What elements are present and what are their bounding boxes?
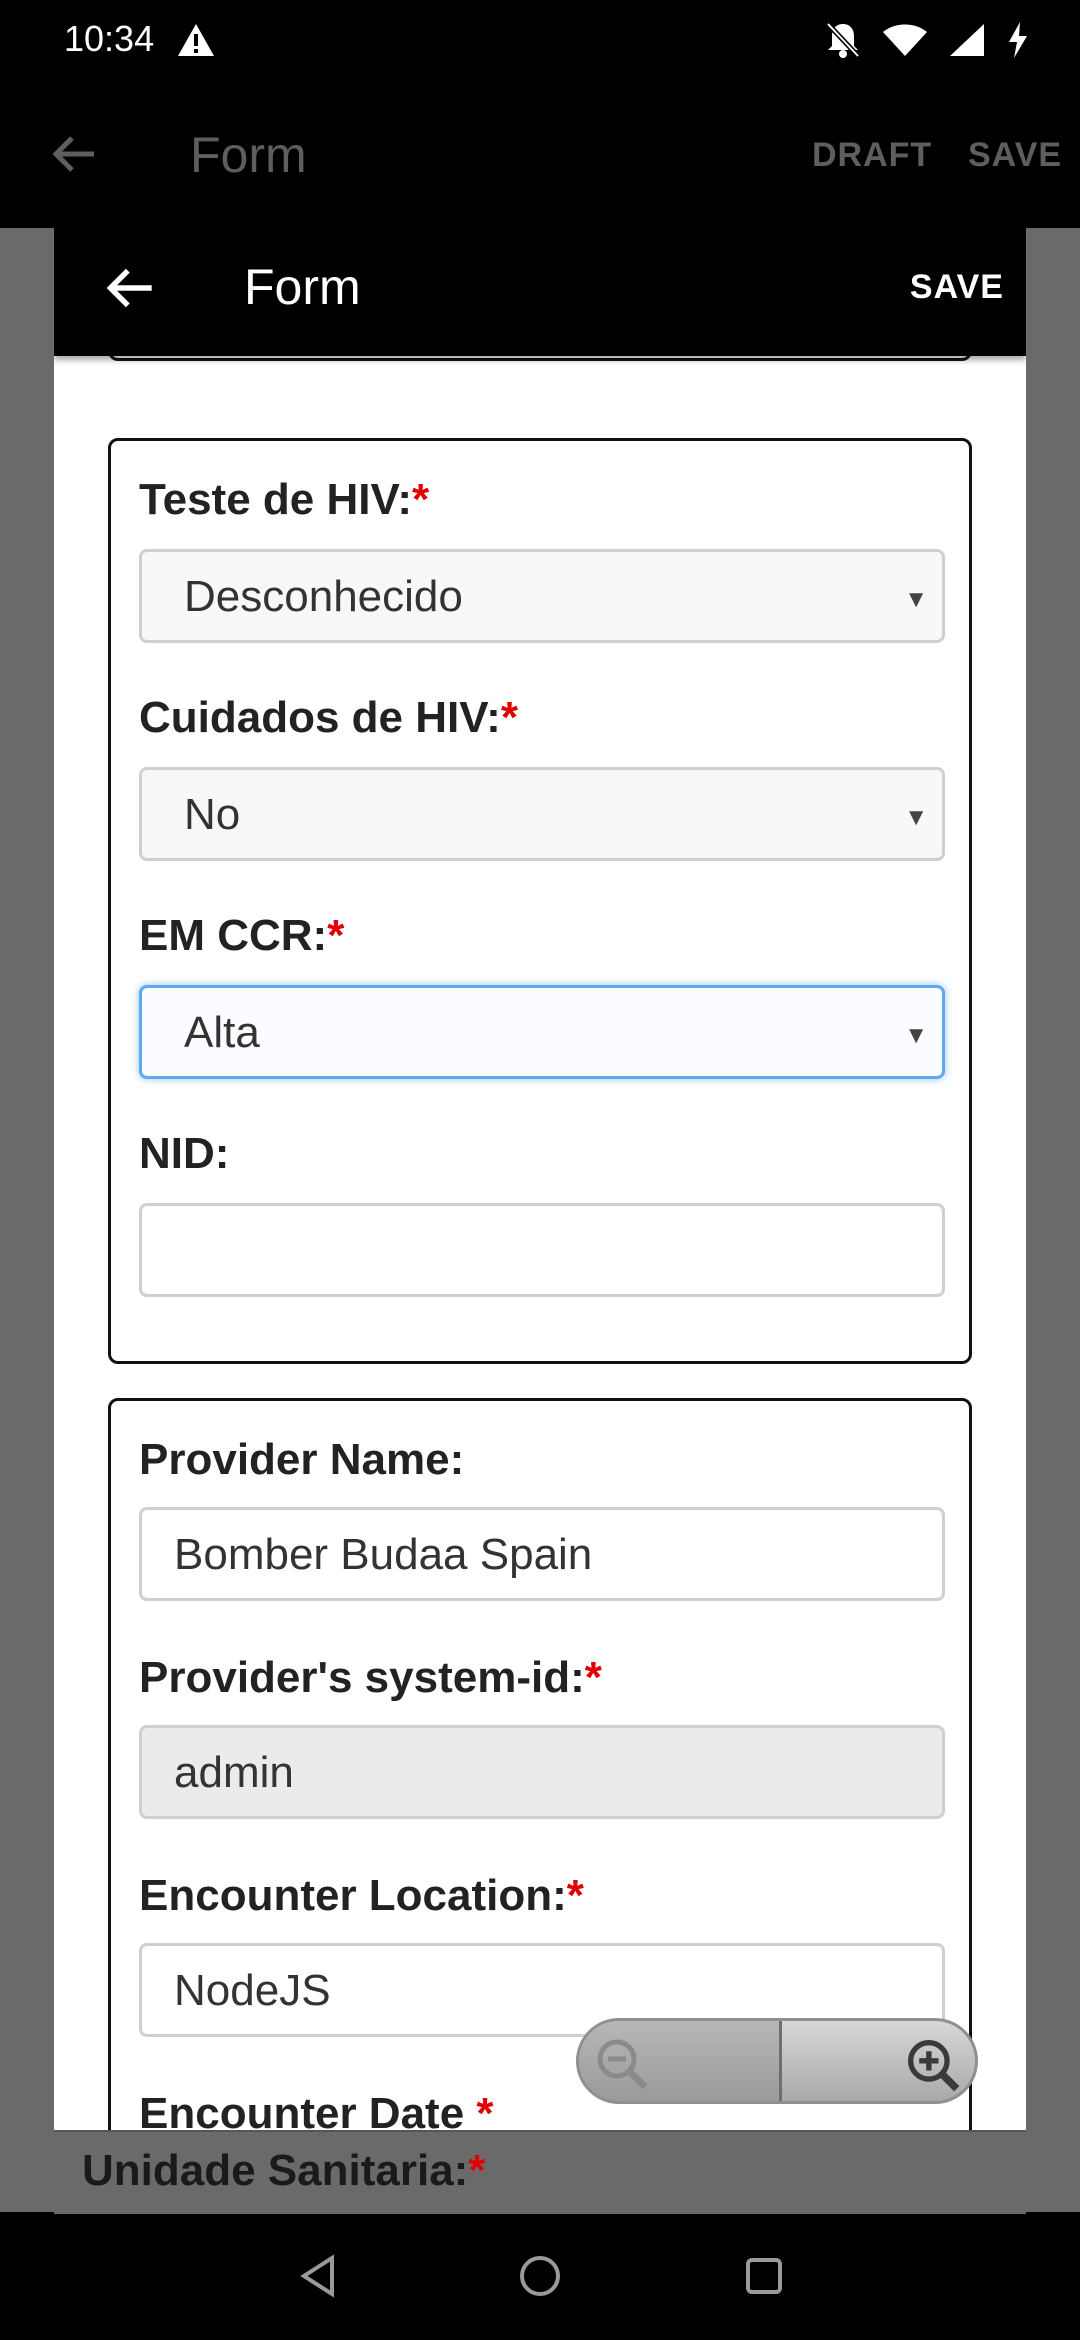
hiv-section-card: Teste de HIV:* Desconhecido ▼ Cuidados d… xyxy=(108,438,972,1364)
provider-system-id-label: Provider's system-id:* xyxy=(139,1653,602,1702)
dialog-save-button[interactable]: SAVE xyxy=(910,268,1004,307)
app-bar: Form DRAFT SAVE xyxy=(0,80,1080,228)
nav-back-icon[interactable] xyxy=(294,2252,342,2300)
background-form-section: Unidade Sanitaria:* xyxy=(54,2130,1026,2214)
provider-name-input[interactable]: Bomber Budaa Spain xyxy=(139,1507,945,1601)
nid-input[interactable] xyxy=(139,1203,945,1297)
zoom-controls xyxy=(576,2018,978,2104)
back-arrow-icon[interactable] xyxy=(50,130,98,178)
zoom-in-icon[interactable] xyxy=(901,2033,961,2093)
app-bar-title: Form xyxy=(190,127,307,183)
hiv-care-label: Cuidados de HIV:* xyxy=(139,693,518,742)
dropdown-arrow-icon: ▼ xyxy=(904,586,928,613)
alert-icon xyxy=(178,24,214,56)
em-ccr-label: EM CCR:* xyxy=(139,911,345,960)
provider-system-id-input: admin xyxy=(139,1725,945,1819)
save-button[interactable]: SAVE xyxy=(968,136,1062,175)
status-time: 10:34 xyxy=(64,18,155,59)
nid-label: NID: xyxy=(139,1129,230,1178)
nav-home-icon[interactable] xyxy=(516,2252,564,2300)
navigation-bar xyxy=(0,2212,1080,2340)
unidade-sanitaria-label: Unidade Sanitaria:* xyxy=(82,2146,486,2195)
signal-icon xyxy=(950,24,984,56)
zoom-divider xyxy=(779,2021,782,2101)
nav-recents-icon[interactable] xyxy=(740,2252,788,2300)
wifi-icon xyxy=(883,24,927,56)
hiv-test-select[interactable]: Desconhecido ▼ xyxy=(139,549,945,643)
draft-button[interactable]: DRAFT xyxy=(812,136,932,175)
status-bar: 10:34 xyxy=(0,0,1080,80)
encounter-location-label: Encounter Location:* xyxy=(139,1871,584,1920)
back-arrow-icon[interactable] xyxy=(104,262,156,314)
dropdown-arrow-icon: ▼ xyxy=(904,804,928,831)
status-icons xyxy=(824,20,1030,60)
notifications-off-icon xyxy=(826,22,860,58)
battery-charging-icon xyxy=(1009,22,1027,58)
form-dialog: Form SAVE Teste de HIV:* Desconhecido ▼ … xyxy=(54,228,1026,2228)
zoom-out-icon xyxy=(597,2039,648,2090)
hiv-test-label: Teste de HIV:* xyxy=(139,475,430,524)
dialog-toolbar: Form SAVE xyxy=(54,228,1026,356)
hiv-care-select[interactable]: No ▼ xyxy=(139,767,945,861)
dialog-title: Form xyxy=(244,259,361,315)
dropdown-arrow-icon: ▼ xyxy=(904,1022,928,1049)
em-ccr-select[interactable]: Alta ▼ xyxy=(139,985,945,1079)
provider-name-label: Provider Name: xyxy=(139,1435,465,1484)
zoom-out-button[interactable] xyxy=(579,2021,779,2101)
